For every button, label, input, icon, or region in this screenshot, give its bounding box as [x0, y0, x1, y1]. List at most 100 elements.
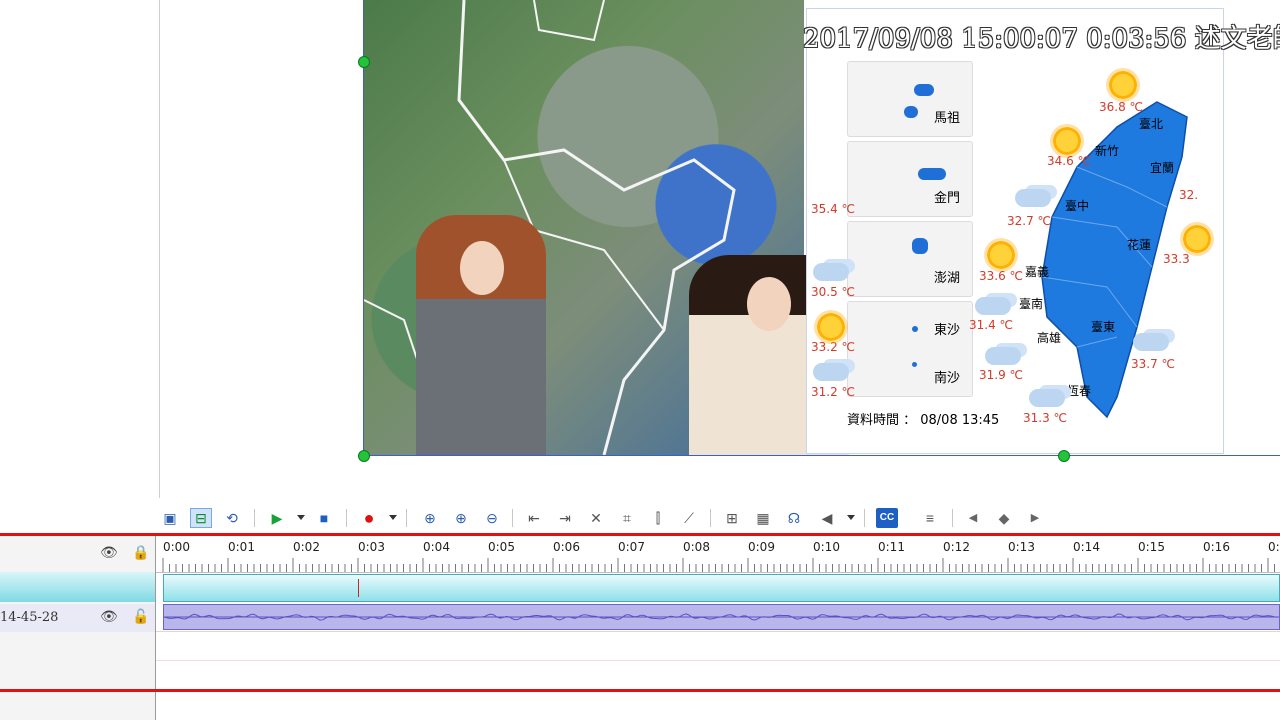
city-label: 高雄: [1037, 331, 1062, 345]
timeline-toolbar: ▣ ⊟ ⟲ ▶ ■ ● ⊕ ⊕ ⊖ ⇤ ⇥ ✕ ⌗ ⫿ ⟋ ⊞ ▦ ☊ ◀ CC…: [0, 503, 1280, 536]
resize-handle-left[interactable]: [358, 56, 370, 68]
sun-icon: [987, 241, 1015, 269]
data-time-label: 資料時間 ： 08/08 13:45: [847, 413, 1000, 428]
island-card-south: 東沙 南沙: [847, 301, 973, 397]
split-view-button[interactable]: ▣: [159, 508, 181, 528]
temp-label: 32.: [1179, 188, 1199, 202]
video-clip[interactable]: [163, 574, 1280, 602]
trim-start-button[interactable]: ⇤: [523, 508, 545, 528]
zoom-fit-button[interactable]: ⊕: [419, 508, 441, 528]
temp-label: 36.8 ℃: [1099, 100, 1144, 114]
city-label: 新竹: [1095, 144, 1120, 158]
video-frame[interactable]: 馬祖 金門 澎湖 東沙 南沙 35.4 ℃ 30.5 ℃ 33.2 ℃ 31.2…: [363, 0, 1280, 456]
zoom-out-button[interactable]: ⊖: [481, 508, 503, 528]
resize-handle-bottom[interactable]: [1058, 450, 1070, 462]
city-label: 恆春: [1067, 384, 1092, 398]
zoom-in-button[interactable]: ⊕: [450, 508, 472, 528]
temp-label: 33.6 ℃: [979, 269, 1024, 283]
mark-in-out-button[interactable]: ⊞: [721, 508, 743, 528]
temp-label: 31.3 ℃: [1023, 411, 1068, 425]
island-name: 東沙: [933, 323, 960, 338]
island-name: 南沙: [933, 371, 960, 386]
island-card-matsu: 馬祖: [847, 61, 973, 137]
record-dropdown-icon[interactable]: [389, 515, 397, 520]
audio-waveform: [163, 613, 1279, 621]
snap-button[interactable]: ⊟: [190, 508, 212, 528]
visibility-eye-icon[interactable]: 👁: [100, 608, 118, 625]
island-name: 金門: [933, 191, 960, 206]
cloud-icon: [813, 363, 849, 381]
temp-label: 31.9 ℃: [979, 368, 1024, 382]
resize-handle-bottom-left[interactable]: [358, 450, 370, 462]
temp-label: 31.2 ℃: [811, 385, 856, 399]
stop-button[interactable]: ■: [313, 508, 335, 528]
next-marker-button[interactable]: ▶: [1024, 508, 1046, 528]
loop-button[interactable]: ⟲: [221, 508, 243, 528]
video-preview[interactable]: 馬祖 金門 澎湖 東沙 南沙 35.4 ℃ 30.5 ℃ 33.2 ℃ 31.2…: [160, 0, 1280, 498]
city-label: 臺中: [1065, 199, 1090, 213]
weather-board: 馬祖 金門 澎湖 東沙 南沙 35.4 ℃ 30.5 ℃ 33.2 ℃ 31.2…: [806, 8, 1224, 454]
prev-marker-button[interactable]: ◀: [962, 508, 984, 528]
trim-end-button[interactable]: ⇥: [554, 508, 576, 528]
track-header-panel: 👁 🔒 14-45-28 👁 🔓: [0, 536, 156, 690]
island-name: 馬祖: [933, 111, 960, 126]
split-clip-button[interactable]: ⫿: [647, 508, 669, 528]
lock-icon[interactable]: 🔓: [132, 608, 149, 625]
temp-label: 35.4 ℃: [811, 202, 856, 216]
empty-track[interactable]: [156, 631, 1280, 690]
video-track-header[interactable]: [0, 572, 155, 602]
temp-label: 33.2 ℃: [811, 340, 856, 354]
city-label: 臺北: [1139, 117, 1164, 131]
timeline-bottom-strip: [0, 692, 1280, 720]
sun-icon: [817, 313, 845, 341]
temp-label: 33.7 ℃: [1131, 357, 1176, 371]
timeline-ruler[interactable]: 0:00 0:01 0:02 0:03 0:04 0:05 0:06 0:07 0:08 0:09…: [156, 536, 1280, 573]
audio-clip[interactable]: [163, 604, 1280, 630]
city-label: 宜蘭: [1150, 161, 1175, 175]
caption-button[interactable]: CC: [876, 508, 898, 528]
city-label: 花蓮: [1127, 238, 1152, 252]
city-label: 臺東: [1091, 320, 1116, 334]
delete-clip-button[interactable]: ✕: [585, 508, 607, 528]
play-button[interactable]: ▶: [266, 508, 288, 528]
grid-button[interactable]: ▦: [752, 508, 774, 528]
temp-label: 32.7 ℃: [1007, 214, 1052, 228]
cloud-icon: [1133, 333, 1169, 351]
ruler-ticks: [162, 558, 1275, 572]
sun-icon: [1183, 225, 1211, 253]
visibility-eye-icon[interactable]: 👁: [100, 544, 118, 561]
presenter-left: [416, 215, 546, 455]
temp-label: 33.3: [1163, 252, 1190, 266]
record-button[interactable]: ●: [358, 508, 380, 528]
temp-label: 31.4 ℃: [969, 318, 1014, 332]
crop-button[interactable]: ⌗: [616, 508, 638, 528]
cloud-icon: [1029, 389, 1065, 407]
motion-button[interactable]: ☊: [783, 508, 805, 528]
add-marker-button[interactable]: ◆: [993, 508, 1015, 528]
island-card-kinmen: 金門: [847, 141, 973, 217]
city-label: 臺南: [1019, 297, 1044, 311]
cloud-icon: [975, 297, 1011, 315]
sun-icon: [1053, 127, 1081, 155]
lock-icon[interactable]: 🔒: [132, 544, 149, 561]
cloud-icon: [1015, 189, 1051, 207]
audio-track-name: 14-45-28: [0, 610, 59, 625]
satellite-map-image: [364, 0, 849, 455]
cloud-icon: [985, 347, 1021, 365]
playhead-marker[interactable]: [358, 579, 359, 597]
play-dropdown-icon[interactable]: [297, 515, 305, 520]
transition-button[interactable]: ⟋: [678, 508, 700, 528]
audio-track-header[interactable]: 14-45-28 👁 🔓: [0, 604, 155, 632]
city-label: 嘉義: [1025, 265, 1050, 279]
properties-button[interactable]: ≡: [919, 508, 941, 528]
temp-label: 34.6 ℃: [1047, 154, 1092, 168]
timestamp-overlay: 2017/09/08 15:00:07 0:03:56 述文老師: [803, 24, 1280, 54]
cloud-icon: [813, 263, 849, 281]
temp-label: 30.5 ℃: [811, 285, 856, 299]
sun-icon: [1109, 71, 1137, 99]
island-card-penghu: 澎湖: [847, 221, 973, 297]
left-panel: [0, 0, 160, 498]
audio-button[interactable]: ◀: [816, 508, 838, 528]
island-name: 澎湖: [933, 271, 960, 286]
audio-dropdown-icon[interactable]: [847, 515, 855, 520]
